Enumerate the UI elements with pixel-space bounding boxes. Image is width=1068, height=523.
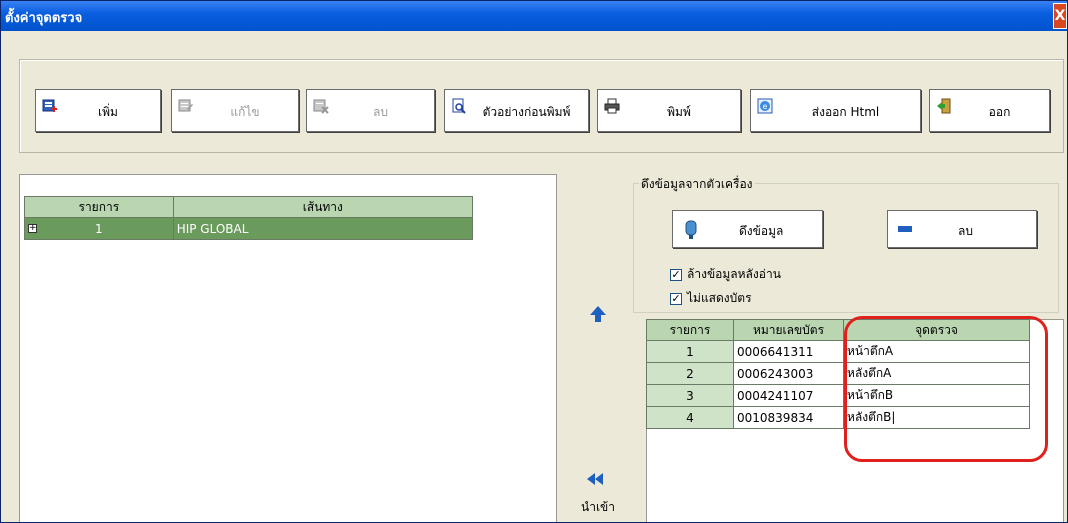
print-preview-button[interactable]: ตัวอย่างก่อนพิมพ์ [444,89,589,132]
card-row-index: 2 [646,362,734,385]
import-label[interactable]: นำเข้า [581,498,615,517]
device-reader-icon [685,220,697,239]
routes-header-index: รายการ [24,196,174,218]
clear-after-read-label: ล้างข้อมูลหลังอ่าน [687,267,781,281]
exit-door-icon [937,98,951,114]
card-number: 0010839834 [733,406,844,429]
export-html-button[interactable]: e ส่งออก Html [750,89,921,132]
add-button-label: เพิ่ม [98,105,118,119]
print-preview-label: ตัวอย่างก่อนพิมพ์ [482,105,571,119]
card-number: 0004241107 [733,384,844,407]
add-record-icon [42,99,57,112]
hide-card-box[interactable]: ✓ [670,292,682,305]
export-html-label: ส่งออก Html [811,105,880,119]
edit-button-label: แก้ไข [230,105,260,119]
add-button[interactable]: เพิ่ม [35,89,161,132]
delete-button[interactable]: ลบ [306,89,435,132]
exit-button[interactable]: ออก [929,89,1050,132]
cards-header-index: รายการ [646,319,734,341]
clear-after-read-box[interactable]: ✓ [670,268,682,281]
clear-after-read-checkbox[interactable]: ✓ ล้างข้อมูลหลังอ่าน [670,265,781,284]
card-row-index: 1 [646,340,734,363]
title-bar: ตั้งค่าจุดตรวจ X [1,1,1067,31]
device-group-title: ดึงข้อมูลจากตัวเครื่อง [639,175,755,194]
card-number: 0006243003 [733,362,844,385]
edit-record-icon [178,99,193,112]
routes-header-route: เส้นทาง [172,196,474,218]
minus-icon [898,226,912,232]
route-name: HIP GLOBAL [172,217,474,240]
window-title: ตั้งค่าจุดตรวจ [5,11,83,26]
route-index: 1 [95,221,103,236]
delete-record-icon [313,99,329,114]
fetch-data-label: ดึงข้อมูล [739,224,784,238]
cards-header-card: หมายเลขบัตร [733,319,844,341]
move-up-icon[interactable] [589,305,607,323]
exit-button-label: ออก [988,105,1011,119]
print-button-label: พิมพ์ [667,105,691,119]
checkpoint-settings-window: ตั้งค่าจุดตรวจ X เพิ่ม แก้ไข ลบ ตัวอย่าง… [0,0,1068,523]
import-rewind-icon[interactable] [585,471,605,487]
device-delete-button[interactable]: ลบ [887,210,1037,248]
routes-grid: รายการ เส้นทาง + 1 HIP GLOBAL [24,196,474,240]
card-row-index: 4 [646,406,734,429]
table-row[interactable]: + 1 HIP GLOBAL [24,217,474,240]
device-delete-label: ลบ [958,224,973,238]
delete-button-label: ลบ [373,105,388,119]
print-button[interactable]: พิมพ์ [597,89,741,132]
edit-button[interactable]: แก้ไข [171,89,299,132]
printer-icon [604,98,620,114]
checkpoint-column-highlight [844,316,1048,462]
internet-explorer-icon: e [757,98,773,114]
print-preview-icon [452,98,466,114]
card-row-index: 3 [646,384,734,407]
hide-card-checkbox[interactable]: ✓ ไม่แสดงบัตร [670,289,752,308]
card-number: 0006641311 [733,340,844,363]
fetch-data-button[interactable]: ดึงข้อมูล [672,210,823,248]
expand-row-icon[interactable]: + [28,224,37,233]
close-button[interactable]: X [1053,3,1067,29]
hide-card-label: ไม่แสดงบัตร [687,291,752,305]
svg-text:e: e [763,102,768,111]
